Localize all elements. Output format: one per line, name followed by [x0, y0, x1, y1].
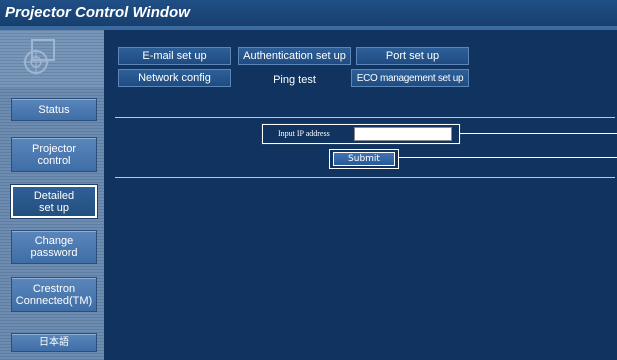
tab-authentication-set-up[interactable]: Authentication set up: [238, 47, 351, 65]
tab-email-set-up[interactable]: E-mail set up: [118, 47, 231, 65]
window-title: Projector Control Window: [0, 0, 617, 26]
submit-button[interactable]: Submit: [333, 152, 395, 166]
sidebar-item-projector-control[interactable]: Projector control: [11, 137, 97, 172]
sidebar-item-crestron-connected[interactable]: Crestron Connected(TM): [11, 277, 97, 312]
tab-port-set-up[interactable]: Port set up: [356, 47, 469, 65]
tab-eco-management-set-up[interactable]: ECO management set up: [351, 69, 469, 87]
projector-logo-icon: [23, 39, 55, 75]
tab-ping-test[interactable]: Ping test: [238, 69, 351, 90]
section-divider-top: [115, 117, 615, 118]
ip-address-input[interactable]: [354, 127, 452, 141]
sidebar-item-detailed-set-up[interactable]: Detailed set up: [11, 185, 97, 218]
language-japanese-button[interactable]: 日本語: [11, 333, 97, 352]
sidebar-item-status[interactable]: Status: [11, 98, 97, 121]
callout-line-ip: [460, 133, 617, 134]
callout-line-submit: [399, 157, 617, 158]
tab-network-config[interactable]: Network config: [118, 69, 231, 87]
sidebar-item-change-password[interactable]: Change password: [11, 230, 97, 264]
section-divider-bottom: [115, 177, 615, 178]
ip-address-label: Input IP address: [278, 129, 330, 138]
